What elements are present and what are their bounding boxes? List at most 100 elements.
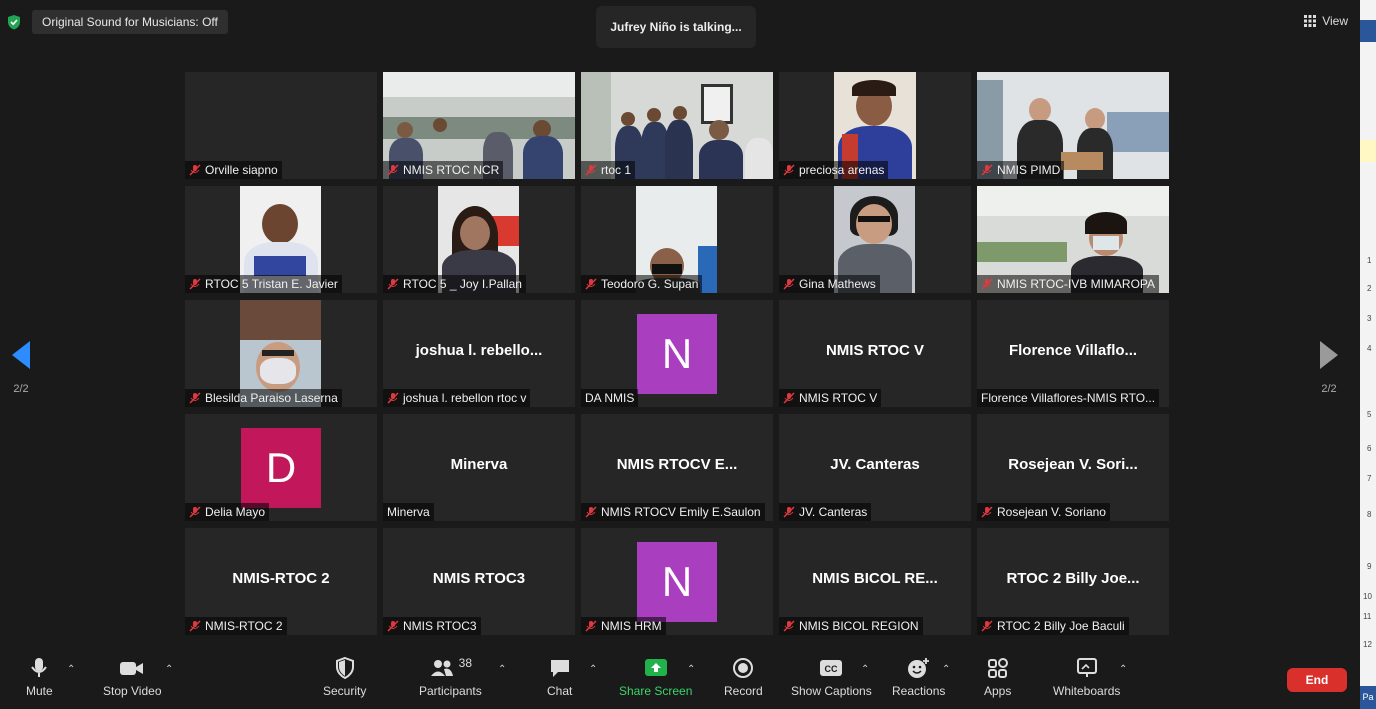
participant-name: RTOC 2 Billy Joe Baculi xyxy=(997,619,1125,633)
participant-name: DA NMIS xyxy=(585,391,635,405)
participant-tile[interactable]: Gina Mathews xyxy=(779,186,971,293)
participants-options-caret-icon[interactable]: ⌃ xyxy=(498,664,506,675)
participant-avatar: N xyxy=(637,542,717,622)
whiteboards-button[interactable]: Whiteboards xyxy=(1053,656,1120,698)
participants-icon xyxy=(430,660,453,676)
participant-tile[interactable]: N NMIS HRM xyxy=(581,528,773,635)
chat-options-caret-icon[interactable]: ⌃ xyxy=(589,664,597,675)
video-options-caret-icon[interactable]: ⌃ xyxy=(165,664,173,675)
participant-tile[interactable]: JV. Canteras JV. Canteras xyxy=(779,414,971,521)
muted-mic-icon xyxy=(387,164,399,176)
participant-tile[interactable]: joshua l. rebello... joshua l. rebellon … xyxy=(383,300,575,407)
participant-tile[interactable]: NMIS RTOC3 NMIS RTOC3 xyxy=(383,528,575,635)
record-button[interactable]: Record xyxy=(724,656,763,698)
participant-name-label: NMIS RTOC NCR xyxy=(383,161,504,179)
top-bar: Original Sound for Musicians: Off xyxy=(6,10,228,34)
window-accent-bar xyxy=(1360,20,1376,42)
participant-name-label: NMIS RTOC3 xyxy=(383,617,481,635)
security-button[interactable]: Security xyxy=(323,656,366,698)
participant-tile[interactable]: Blesilda Paraiso Laserna xyxy=(185,300,377,407)
original-sound-status[interactable]: Original Sound for Musicians: Off xyxy=(32,10,228,34)
participant-avatar: N xyxy=(637,314,717,394)
background-window-strip: 1 2 3 4 5 6 7 8 9 10 11 12 Pa xyxy=(1360,0,1376,709)
ruler-number: 7 xyxy=(1367,474,1372,483)
muted-mic-icon xyxy=(585,506,597,518)
previous-page-button[interactable]: 2/2 xyxy=(10,340,32,395)
participant-tile[interactable]: Minerva Minerva xyxy=(383,414,575,521)
participant-tile[interactable]: Rosejean V. Sori... Rosejean V. Soriano xyxy=(977,414,1169,521)
reactions-options-caret-icon[interactable]: ⌃ xyxy=(942,664,950,675)
reactions-label: Reactions xyxy=(892,684,946,698)
show-captions-button[interactable]: CC Show Captions xyxy=(791,656,872,698)
muted-mic-icon xyxy=(783,620,795,632)
captions-options-caret-icon[interactable]: ⌃ xyxy=(861,664,869,675)
meeting-toolbar: Mute ⌃ Stop Video ⌃ Security 38 Particip… xyxy=(0,652,1360,709)
emoji-reaction-icon xyxy=(907,658,929,678)
participant-tile[interactable]: NMIS RTOC NCR xyxy=(383,72,575,179)
muted-mic-icon xyxy=(783,278,795,290)
whiteboards-label: Whiteboards xyxy=(1053,684,1121,698)
participant-tile[interactable]: RTOC 2 Billy Joe... RTOC 2 Billy Joe Bac… xyxy=(977,528,1169,635)
participant-tile[interactable]: NMIS RTOC-IVB MIMAROPA xyxy=(977,186,1169,293)
apps-button[interactable]: Apps xyxy=(984,656,1011,698)
ruler-number: 1 xyxy=(1367,256,1372,265)
participant-display-name: NMIS RTOC3 xyxy=(432,570,526,587)
encryption-shield-icon[interactable] xyxy=(6,14,22,30)
participant-tile[interactable]: Teodoro G. Supan xyxy=(581,186,773,293)
participant-display-name: RTOC 2 Billy Joe... xyxy=(1006,570,1140,587)
chat-button[interactable]: Chat xyxy=(547,656,572,698)
reactions-button[interactable]: Reactions xyxy=(892,656,945,698)
ruler-number: 11 xyxy=(1363,612,1372,621)
participant-name: NMIS-RTOC 2 xyxy=(205,619,283,633)
participant-name-label: Gina Mathews xyxy=(779,275,880,293)
muted-mic-icon xyxy=(585,164,597,176)
participant-tile[interactable]: D Delia Mayo xyxy=(185,414,377,521)
participant-display-name: Rosejean V. Sori... xyxy=(1008,456,1138,473)
share-screen-button[interactable]: Share Screen xyxy=(619,656,692,698)
next-page-button[interactable]: 2/2 xyxy=(1318,340,1340,395)
participant-tile[interactable]: RTOC 5 _ Joy I.Pallan xyxy=(383,186,575,293)
end-meeting-button[interactable]: End xyxy=(1287,668,1347,692)
participant-tile[interactable]: Orville siapno xyxy=(185,72,377,179)
ruler-number: 4 xyxy=(1367,344,1372,353)
participant-tile[interactable]: NMIS-RTOC 2 NMIS-RTOC 2 xyxy=(185,528,377,635)
view-button[interactable]: View xyxy=(1304,14,1348,28)
participant-display-name: Minerva xyxy=(450,456,508,473)
participant-name: NMIS RTOC-IVB MIMAROPA xyxy=(997,277,1156,291)
show-captions-label: Show Captions xyxy=(791,684,872,698)
view-label: View xyxy=(1322,14,1348,28)
participant-display-name: NMIS RTOCV E... xyxy=(616,456,738,473)
participant-tile[interactable]: Florence Villaflo... Florence Villaflore… xyxy=(977,300,1169,407)
whiteboards-options-caret-icon[interactable]: ⌃ xyxy=(1119,664,1127,675)
participant-tile[interactable]: preciosa arenas xyxy=(779,72,971,179)
participant-name-label: rtoc 1 xyxy=(581,161,636,179)
participants-count: 38 xyxy=(458,656,473,670)
participant-display-name: NMIS-RTOC 2 xyxy=(232,570,330,587)
participant-tile[interactable]: NMIS RTOC V NMIS RTOC V xyxy=(779,300,971,407)
apps-icon xyxy=(987,658,1008,678)
participant-tile[interactable]: rtoc 1 xyxy=(581,72,773,179)
participant-tile[interactable]: RTOC 5 Tristan E. Javier xyxy=(185,186,377,293)
muted-mic-icon xyxy=(981,506,993,518)
participant-tile[interactable]: NMIS BICOL RE... NMIS BICOL REGION xyxy=(779,528,971,635)
muted-mic-icon xyxy=(189,620,201,632)
participant-name: rtoc 1 xyxy=(601,163,632,177)
participant-name: NMIS RTOC NCR xyxy=(403,163,500,177)
participant-name-label: Orville siapno xyxy=(185,161,282,179)
chat-bubble-icon xyxy=(550,660,569,677)
mute-options-caret-icon[interactable]: ⌃ xyxy=(67,664,75,675)
share-screen-icon xyxy=(644,659,667,676)
mute-button[interactable]: Mute xyxy=(26,656,53,698)
participants-button[interactable]: 38 Participants xyxy=(419,656,482,698)
share-options-caret-icon[interactable]: ⌃ xyxy=(687,664,695,675)
participant-name-label: NMIS RTOC-IVB MIMAROPA xyxy=(977,275,1160,293)
page-indicator-left: 2/2 xyxy=(13,383,29,395)
participant-tile[interactable]: NMIS RTOCV E... NMIS RTOCV Emily E.Saulo… xyxy=(581,414,773,521)
participant-name-label: preciosa arenas xyxy=(779,161,889,179)
participant-name-label: Florence Villaflores-NMIS RTO... xyxy=(977,389,1160,407)
participant-tile[interactable]: NMIS PIMD xyxy=(977,72,1169,179)
participant-tile[interactable]: N DA NMIS xyxy=(581,300,773,407)
muted-mic-icon xyxy=(783,392,795,404)
participant-name-label: DA NMIS xyxy=(581,389,639,407)
stop-video-button[interactable]: Stop Video xyxy=(103,656,162,698)
